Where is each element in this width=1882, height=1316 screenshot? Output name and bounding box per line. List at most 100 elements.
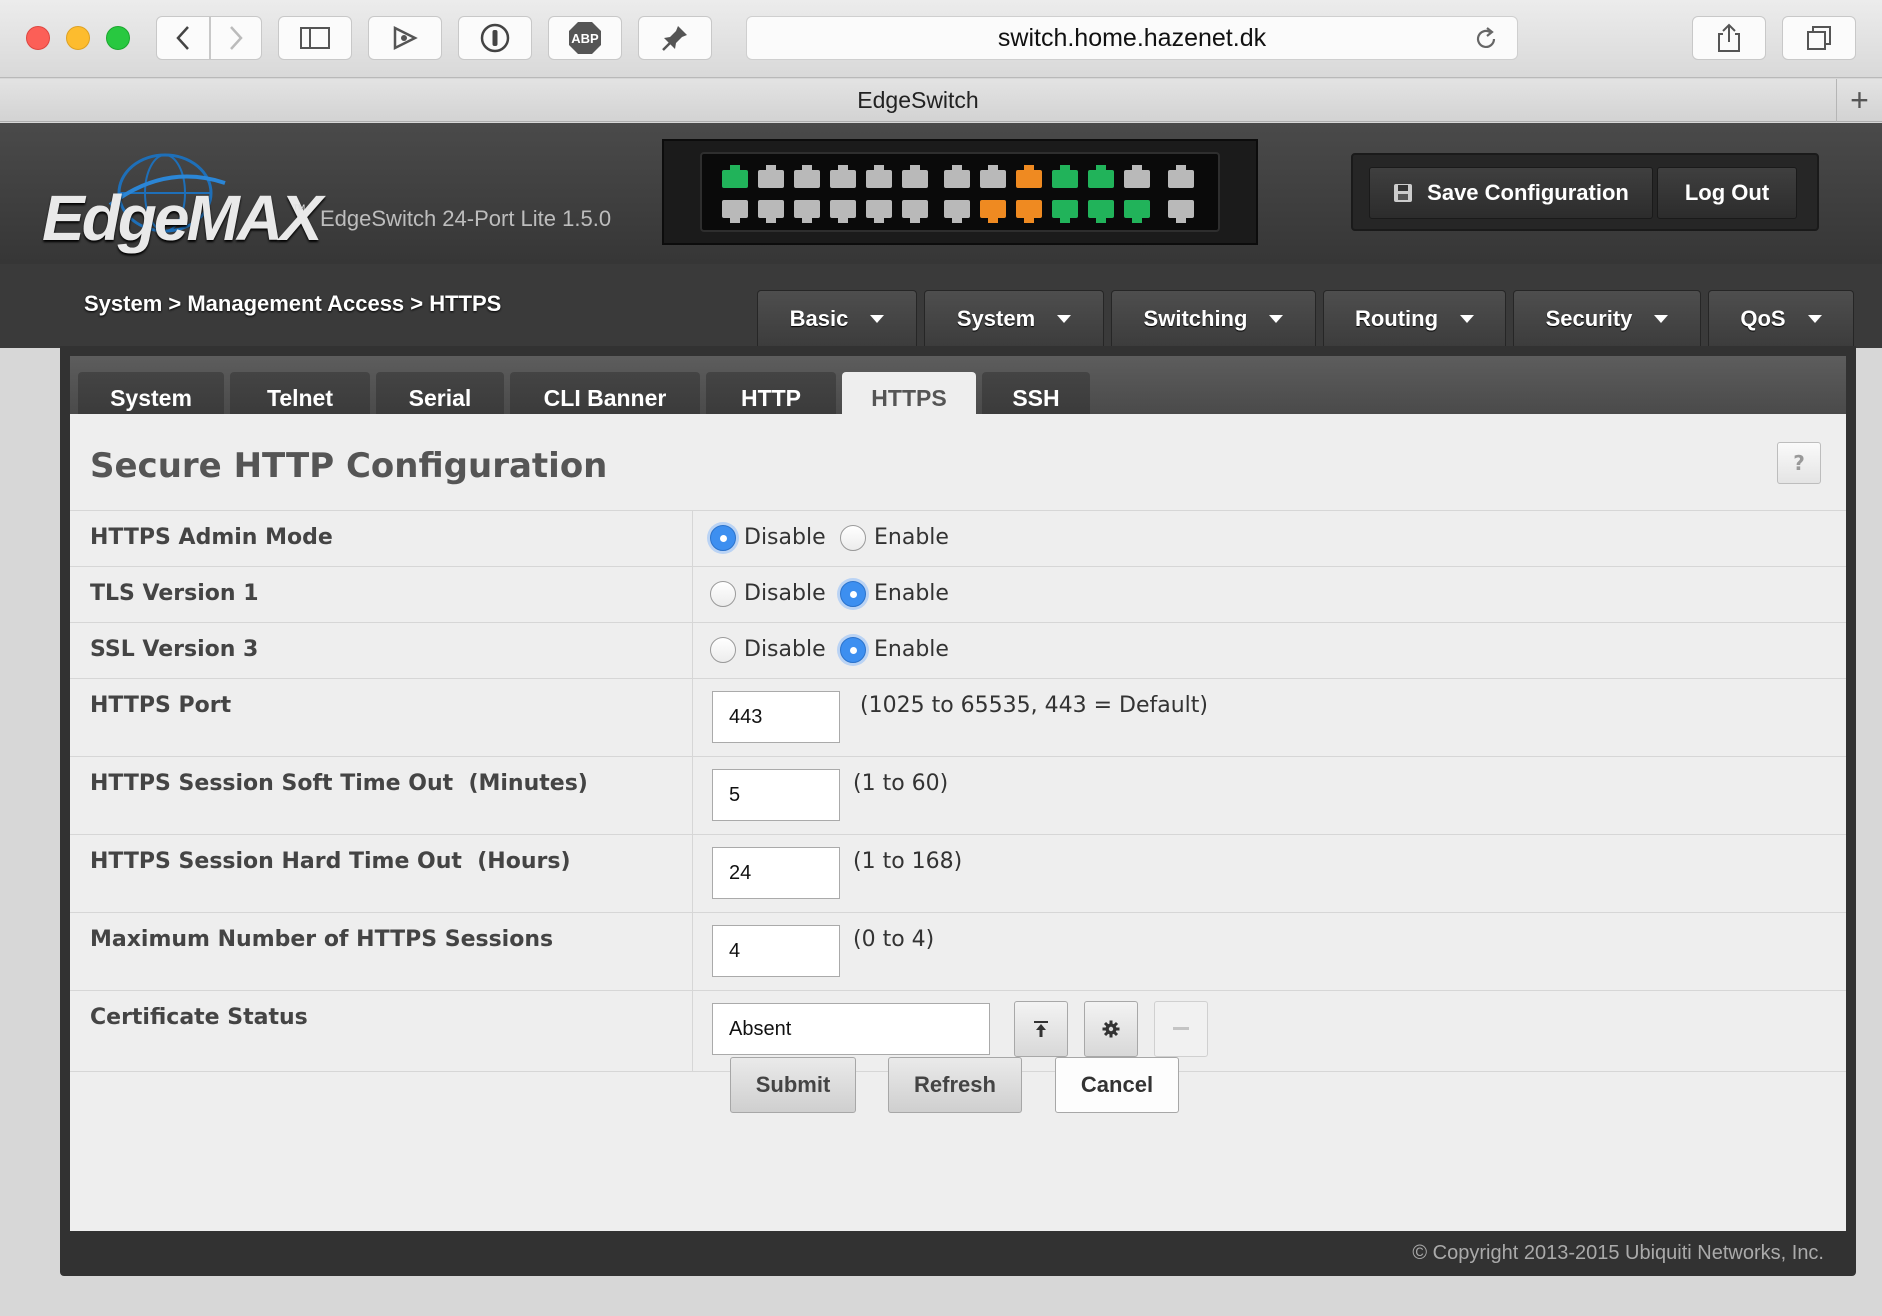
- url-bar[interactable]: switch.home.hazenet.dk: [746, 16, 1518, 60]
- field-hint: (1025 to 65535, 443 = Default): [860, 693, 1208, 718]
- refresh-button[interactable]: Refresh: [888, 1057, 1022, 1113]
- port-led[interactable]: [866, 165, 892, 188]
- browser-toolbar: ABP switch.home.hazenet.dk: [0, 0, 1882, 78]
- delete-certificate-button[interactable]: [1154, 1001, 1208, 1057]
- log-out-button[interactable]: Log Out: [1657, 167, 1797, 219]
- port-led[interactable]: [794, 200, 820, 223]
- port-led[interactable]: [1052, 165, 1078, 188]
- menu-security[interactable]: Security: [1513, 290, 1701, 347]
- port-led[interactable]: [794, 165, 820, 188]
- share-button[interactable]: [1692, 16, 1766, 60]
- upload-certificate-button[interactable]: [1014, 1001, 1068, 1057]
- row-tls-version-1: TLS Version 1 Disable Enable: [70, 566, 1846, 622]
- hard-timeout-input[interactable]: 24: [712, 847, 840, 899]
- menu-qos[interactable]: QoS: [1708, 290, 1854, 347]
- caret-down-icon: [1057, 315, 1072, 323]
- trademark: ™: [292, 201, 306, 217]
- minimize-window-button[interactable]: [66, 26, 90, 50]
- tls-enable-radio[interactable]: [840, 581, 866, 607]
- port-led[interactable]: [758, 200, 784, 223]
- minus-icon: [1173, 1027, 1189, 1030]
- menu-label: Routing: [1354, 306, 1439, 331]
- generate-certificate-button[interactable]: [1084, 1001, 1138, 1057]
- column-divider: [692, 913, 693, 990]
- port-led[interactable]: [830, 165, 856, 188]
- help-button[interactable]: ?: [1777, 442, 1821, 484]
- https-port-input[interactable]: 443: [712, 691, 840, 743]
- max-sessions-input[interactable]: 4: [712, 925, 840, 977]
- radio-label: Enable: [874, 581, 949, 606]
- port-led[interactable]: [980, 165, 1006, 188]
- port-led[interactable]: [1124, 165, 1150, 188]
- port-led[interactable]: [1016, 200, 1042, 223]
- port-led[interactable]: [1168, 200, 1194, 223]
- field-hint: (0 to 4): [853, 927, 935, 952]
- zoom-window-button[interactable]: [106, 26, 130, 50]
- port-led[interactable]: [830, 200, 856, 223]
- row-max-sessions: Maximum Number of HTTPS Sessions 4 (0 to…: [70, 912, 1846, 990]
- menu-routing[interactable]: Routing: [1323, 290, 1506, 347]
- close-window-button[interactable]: [26, 26, 50, 50]
- pin-button[interactable]: [638, 16, 712, 60]
- menu-label: QoS: [1740, 306, 1786, 331]
- radio-label: Disable: [744, 581, 826, 606]
- ssl-enable-radio[interactable]: [840, 637, 866, 663]
- radio-label: Disable: [744, 525, 826, 550]
- submit-button[interactable]: Submit: [730, 1057, 856, 1113]
- menu-system[interactable]: System: [924, 290, 1104, 347]
- port-led[interactable]: [902, 165, 928, 188]
- back-icon: [176, 26, 189, 50]
- main-panel: System Telnet Serial CLI Banner HTTP HTT…: [60, 346, 1856, 1276]
- back-button[interactable]: [156, 16, 210, 60]
- soft-timeout-input[interactable]: 5: [712, 769, 840, 821]
- field-label: HTTPS Port: [90, 693, 232, 718]
- field-label: HTTPS Session Hard Time Out (Hours): [90, 849, 571, 874]
- save-configuration-button[interactable]: Save Configuration: [1369, 167, 1653, 219]
- admin-mode-enable-radio[interactable]: [840, 525, 866, 551]
- cancel-button[interactable]: Cancel: [1055, 1057, 1179, 1113]
- breadcrumb: System > Management Access > HTTPS: [84, 291, 502, 316]
- floppy-disk-icon: [1394, 184, 1413, 202]
- port-led[interactable]: [866, 200, 892, 223]
- gear-icon: [1102, 1020, 1120, 1038]
- extension-button[interactable]: [368, 16, 442, 60]
- edgemax-logo[interactable]: EdgeMAX ™: [40, 153, 323, 254]
- ssl-disable-radio[interactable]: [710, 637, 736, 663]
- reload-icon[interactable]: [1473, 26, 1499, 52]
- port-led[interactable]: [1088, 165, 1114, 188]
- sidebar-button[interactable]: [278, 16, 352, 60]
- row-https-admin-mode: HTTPS Admin Mode Disable Enable: [70, 510, 1846, 566]
- port-led[interactable]: [980, 200, 1006, 223]
- row-session-soft-timeout: HTTPS Session Soft Time Out (Minutes) 5 …: [70, 756, 1846, 834]
- caret-down-icon: [1654, 315, 1669, 323]
- port-led[interactable]: [722, 165, 748, 188]
- tls-disable-radio[interactable]: [710, 581, 736, 607]
- port-led[interactable]: [758, 165, 784, 188]
- port-led[interactable]: [1168, 165, 1194, 188]
- port-grid: [700, 152, 1220, 232]
- adblock-label: ABP: [571, 30, 599, 46]
- caret-down-icon: [1460, 315, 1475, 323]
- menu-switching[interactable]: Switching: [1111, 290, 1316, 347]
- adblock-button[interactable]: ABP: [548, 16, 622, 60]
- port-led[interactable]: [944, 200, 970, 223]
- password-button[interactable]: [458, 16, 532, 60]
- port-led[interactable]: [1016, 165, 1042, 188]
- port-led[interactable]: [1088, 200, 1114, 223]
- new-tab-button[interactable]: +: [1836, 79, 1882, 122]
- port-led[interactable]: [722, 200, 748, 223]
- port-led[interactable]: [1124, 200, 1150, 223]
- tab-edgeswitch[interactable]: EdgeSwitch: [0, 79, 1836, 122]
- port-led[interactable]: [1052, 200, 1078, 223]
- caret-down-icon: [870, 315, 885, 323]
- column-divider: [692, 511, 693, 566]
- save-configuration-label: Save Configuration: [1427, 180, 1629, 205]
- field-label: HTTPS Session Soft Time Out (Minutes): [90, 771, 588, 796]
- tabs-button[interactable]: [1782, 16, 1856, 60]
- port-led[interactable]: [902, 200, 928, 223]
- column-divider: [692, 835, 693, 912]
- forward-button[interactable]: [210, 16, 262, 60]
- port-led[interactable]: [944, 165, 970, 188]
- admin-mode-disable-radio[interactable]: [710, 525, 736, 551]
- menu-basic[interactable]: Basic: [757, 290, 917, 347]
